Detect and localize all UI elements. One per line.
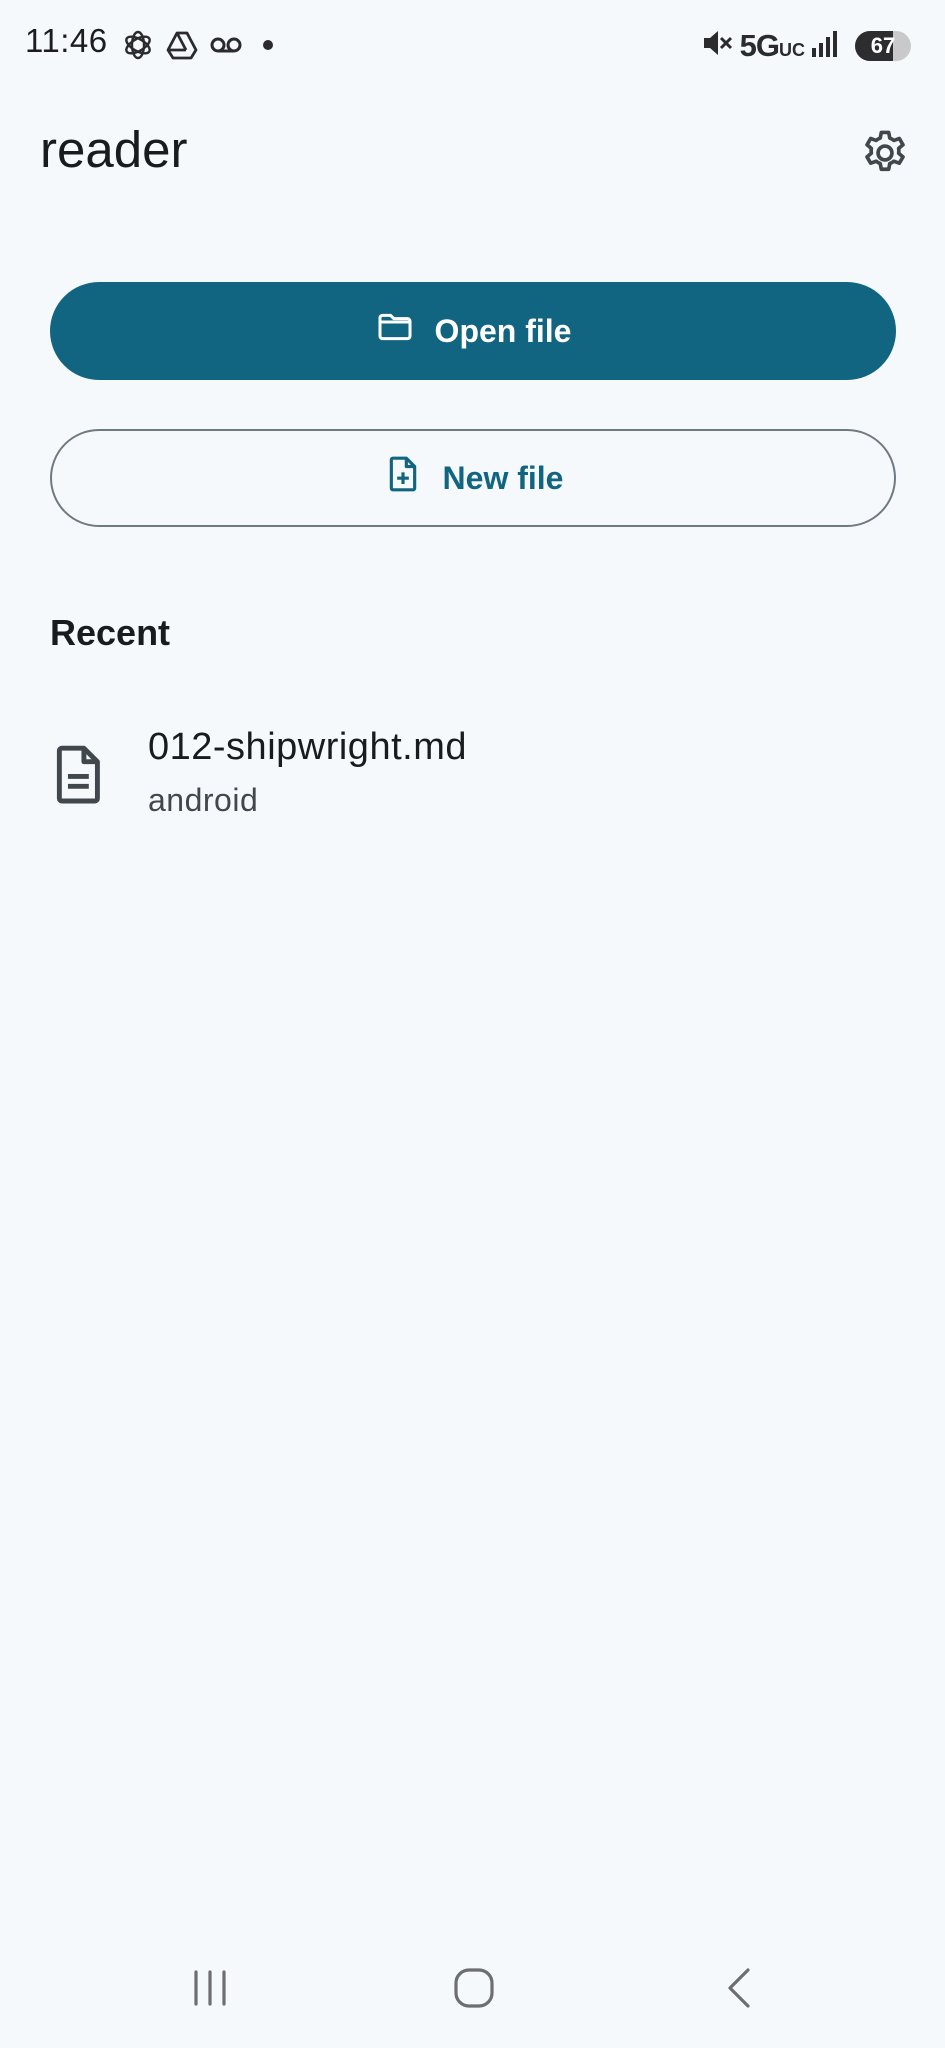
voicemail-icon (209, 28, 243, 62)
file-plus-icon (383, 454, 423, 502)
mute-icon (700, 26, 734, 65)
recent-heading: Recent (50, 612, 171, 653)
recent-file-item[interactable]: 012-shipwright.md android (0, 700, 945, 852)
status-icons-right: 5GUC 67 (700, 26, 911, 65)
notification-dot-icon (261, 38, 275, 52)
back-icon (722, 1966, 758, 2015)
open-file-button[interactable]: Open file (50, 282, 896, 380)
battery-level: 67 (870, 32, 896, 58)
open-file-label: Open file (434, 312, 572, 349)
network-label: 5GUC (739, 27, 805, 63)
home-button[interactable] (434, 1958, 514, 2022)
drive-icon (165, 28, 199, 62)
gear-icon (859, 127, 911, 184)
status-time: 11:46 (25, 22, 108, 59)
navigation-bar (0, 1940, 945, 2048)
new-file-label: New file (442, 459, 564, 496)
battery-icon: 67 (855, 30, 911, 61)
chatgpt-icon (121, 28, 155, 62)
settings-button[interactable] (855, 125, 915, 185)
folder-icon (375, 307, 415, 355)
app-title: reader (40, 121, 188, 178)
status-bar: 11:46 5GUC 67 (0, 0, 945, 90)
recent-file-title: 012-shipwright.md (148, 726, 467, 768)
network-suffix: UC (779, 39, 805, 60)
back-button[interactable] (700, 1958, 780, 2022)
document-icon (52, 744, 106, 809)
home-icon (452, 1966, 496, 2015)
recent-file-subtitle: android (148, 782, 259, 818)
signal-icon (811, 28, 841, 63)
recents-button[interactable] (170, 1958, 250, 2022)
new-file-button[interactable]: New file (50, 429, 896, 527)
status-icons-left (121, 28, 275, 62)
recents-icon (188, 1968, 232, 2013)
